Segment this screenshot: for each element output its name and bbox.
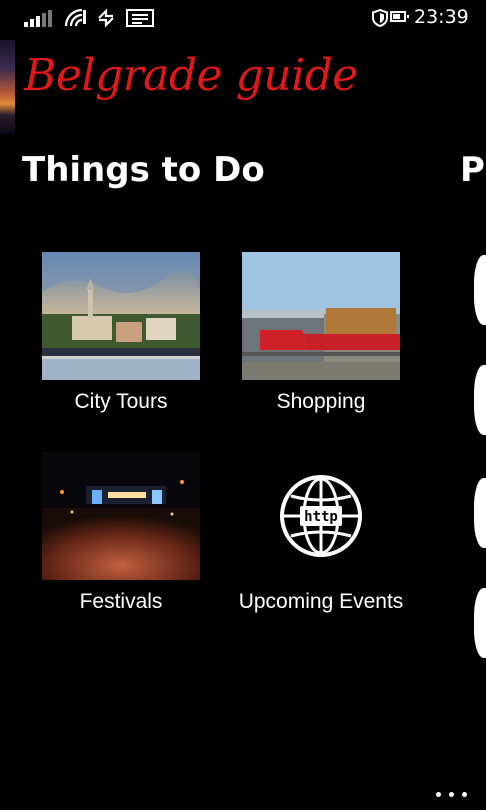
mall-photo-icon: [242, 252, 400, 380]
tile-label: City Tours: [74, 390, 168, 413]
tile-label: Shopping: [276, 390, 366, 413]
battery-icon: [390, 11, 409, 22]
tile-label: Festivals: [79, 590, 163, 613]
city-photo-icon: [42, 252, 200, 380]
wifi-icon: [64, 8, 86, 27]
shield-icon: [372, 9, 388, 27]
signal-strength-icon: [24, 10, 54, 27]
globe-http-text: http: [304, 509, 338, 525]
belgrade-logo-thumbnail: [0, 40, 15, 134]
globe-http-icon: http: [280, 475, 362, 557]
more-options-button[interactable]: [432, 784, 472, 804]
section-title: Things to Do: [22, 150, 265, 190]
festival-photo-icon: [42, 452, 200, 580]
data-connection-icon: [98, 8, 114, 28]
next-panel-item-peek[interactable]: [474, 365, 486, 435]
ellipsis-icon: [436, 792, 441, 797]
message-icon: [126, 9, 154, 27]
next-panel-item-peek[interactable]: [474, 255, 486, 325]
clock: 23:39: [414, 6, 469, 28]
next-section-peek[interactable]: Pl: [460, 150, 486, 190]
status-bar: 23:39: [0, 0, 486, 34]
app-title: Belgrade guide: [24, 50, 358, 101]
next-panel-item-peek[interactable]: [474, 588, 486, 658]
tile-label: Upcoming Events: [238, 590, 404, 613]
next-panel-item-peek[interactable]: [474, 478, 486, 548]
